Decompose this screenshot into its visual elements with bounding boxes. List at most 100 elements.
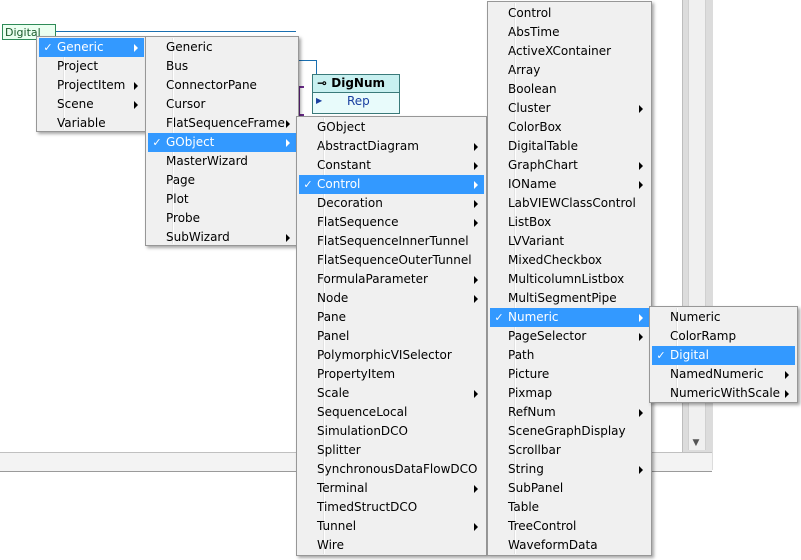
menu-item-probe[interactable]: Probe [148,209,296,228]
menu-item-numericwithscale[interactable]: NumericWithScale [652,384,795,403]
menu-item-connectorpane[interactable]: ConnectorPane [148,76,296,95]
menu-item-label: NamedNumeric [670,367,764,381]
menu-item-generic[interactable]: Generic [148,38,296,57]
menu-item-numeric[interactable]: ✓ Numeric [490,308,649,327]
menu-item-label: GObject [166,135,215,149]
menu-item-mixedcheckbox[interactable]: MixedCheckbox [490,251,649,270]
menu-item-graphchart[interactable]: GraphChart [490,156,649,175]
menu-item-page[interactable]: Page [148,171,296,190]
menu-item-label: Panel [317,329,350,343]
menu-item-cursor[interactable]: Cursor [148,95,296,114]
menu-item-node[interactable]: Node [299,289,484,308]
menu-item-table[interactable]: Table [490,498,649,517]
menu-item-label: Numeric [670,310,721,324]
menu-item-labviewclasscontrol[interactable]: LabVIEWClassControl [490,194,649,213]
menu-item-namednumeric[interactable]: NamedNumeric [652,365,795,384]
menu-item-waveformdata[interactable]: WaveformData [490,536,649,555]
menu-item-bus[interactable]: Bus [148,57,296,76]
menu-item-picture[interactable]: Picture [490,365,649,384]
menu-item-tunnel[interactable]: Tunnel [299,517,484,536]
submenu-arrow-icon [639,409,643,417]
menu-item-abstime[interactable]: AbsTime [490,23,649,42]
menu-item-refnum[interactable]: RefNum [490,403,649,422]
menu-item-gobject[interactable]: GObject [299,118,484,137]
menu-item-polymorphicviselector[interactable]: PolymorphicVISelector [299,346,484,365]
menu-item-panel[interactable]: Panel [299,327,484,346]
menu-item-ioname[interactable]: IOName [490,175,649,194]
dignum-property-row[interactable]: ▶ Rep [313,93,399,109]
menu-item-variable[interactable]: Variable [39,114,144,133]
menu-item-colorramp[interactable]: ColorRamp [652,327,795,346]
menu-item-plot[interactable]: Plot [148,190,296,209]
wire-segment [316,60,317,74]
menu-item-scrollbar[interactable]: Scrollbar [490,441,649,460]
submenu-arrow-icon [474,295,478,303]
menu-item-label: Numeric [508,310,559,324]
menu-item-generic[interactable]: ✓ Generic [39,38,144,57]
scroll-down-arrow-icon[interactable]: ▼ [688,436,704,450]
menu-item-scale[interactable]: Scale [299,384,484,403]
menu-item-masterwizard[interactable]: MasterWizard [148,152,296,171]
menu-item-numeric[interactable]: Numeric [652,308,795,327]
menu-item-label: Variable [57,116,106,130]
menu-item-lvvariant[interactable]: LVVariant [490,232,649,251]
menu-item-digitaltable[interactable]: DigitalTable [490,137,649,156]
menu-item-pane[interactable]: Pane [299,308,484,327]
menu-item-projectitem[interactable]: ProjectItem [39,76,144,95]
submenu-arrow-icon [639,162,643,170]
menu-item-splitter[interactable]: Splitter [299,441,484,460]
menu-item-colorbox[interactable]: ColorBox [490,118,649,137]
menu-item-multicolumnlistbox[interactable]: MulticolumnListbox [490,270,649,289]
menu-item-simulationdco[interactable]: SimulationDCO [299,422,484,441]
menu-item-wire[interactable]: Wire [299,536,484,555]
dignum-property-node[interactable]: ⊸ DigNum ▶ Rep [312,74,400,114]
menu-item-label: Generic [166,40,213,54]
menu-item-flatsequenceframe[interactable]: FlatSequenceFrame [148,114,296,133]
submenu-arrow-icon [474,143,478,151]
menu-level-1: ✓ Generic Project ProjectItem Scene Variable [36,36,147,132]
menu-item-label: Terminal [317,481,368,495]
menu-item-constant[interactable]: Constant [299,156,484,175]
menu-item-pageselector[interactable]: PageSelector [490,327,649,346]
menu-item-synchronousdataflowdco[interactable]: SynchronousDataFlowDCO [299,460,484,479]
menu-item-control[interactable]: Control [490,4,649,23]
menu-item-activexcontainer[interactable]: ActiveXContainer [490,42,649,61]
menu-item-string[interactable]: String [490,460,649,479]
menu-item-formulaparameter[interactable]: FormulaParameter [299,270,484,289]
menu-item-label: SceneGraphDisplay [508,424,626,438]
menu-item-label: Generic [57,40,104,54]
menu-level-3: GObject AbstractDiagram Constant ✓ Control De… [296,116,487,556]
menu-item-pixmap[interactable]: Pixmap [490,384,649,403]
menu-item-propertyitem[interactable]: PropertyItem [299,365,484,384]
submenu-arrow-icon [474,181,478,189]
menu-item-control[interactable]: ✓ Control [299,175,484,194]
menu-item-label: FlatSequence [317,215,399,229]
submenu-arrow-icon [639,466,643,474]
menu-item-subwizard[interactable]: SubWizard [148,228,296,247]
menu-item-cluster[interactable]: Cluster [490,99,649,118]
menu-item-terminal[interactable]: Terminal [299,479,484,498]
menu-item-digital[interactable]: ✓ Digital [652,346,795,365]
menu-item-boolean[interactable]: Boolean [490,80,649,99]
menu-item-treecontrol[interactable]: TreeControl [490,517,649,536]
menu-item-timedstructdco[interactable]: TimedStructDCO [299,498,484,517]
menu-item-scenegraphdisplay[interactable]: SceneGraphDisplay [490,422,649,441]
menu-item-flatsequenceoutertunnel[interactable]: FlatSequenceOuterTunnel [299,251,484,270]
menu-item-scene[interactable]: Scene [39,95,144,114]
menu-item-subpanel[interactable]: SubPanel [490,479,649,498]
menu-item-multisegmentpipe[interactable]: MultiSegmentPipe [490,289,649,308]
menu-item-array[interactable]: Array [490,61,649,80]
menu-item-sequencelocal[interactable]: SequenceLocal [299,403,484,422]
menu-item-path[interactable]: Path [490,346,649,365]
menu-item-label: Picture [508,367,550,381]
menu-item-label: FlatSequenceFrame [166,116,285,130]
menu-item-listbox[interactable]: ListBox [490,213,649,232]
menu-item-flatsequence[interactable]: FlatSequence [299,213,484,232]
menu-item-flatsequenceinnertunnel[interactable]: FlatSequenceInnerTunnel [299,232,484,251]
menu-item-label: Pane [317,310,347,324]
submenu-arrow-icon [474,219,478,227]
menu-item-gobject[interactable]: ✓ GObject [148,133,296,152]
menu-item-decoration[interactable]: Decoration [299,194,484,213]
menu-item-abstractdiagram[interactable]: AbstractDiagram [299,137,484,156]
menu-item-project[interactable]: Project [39,57,144,76]
